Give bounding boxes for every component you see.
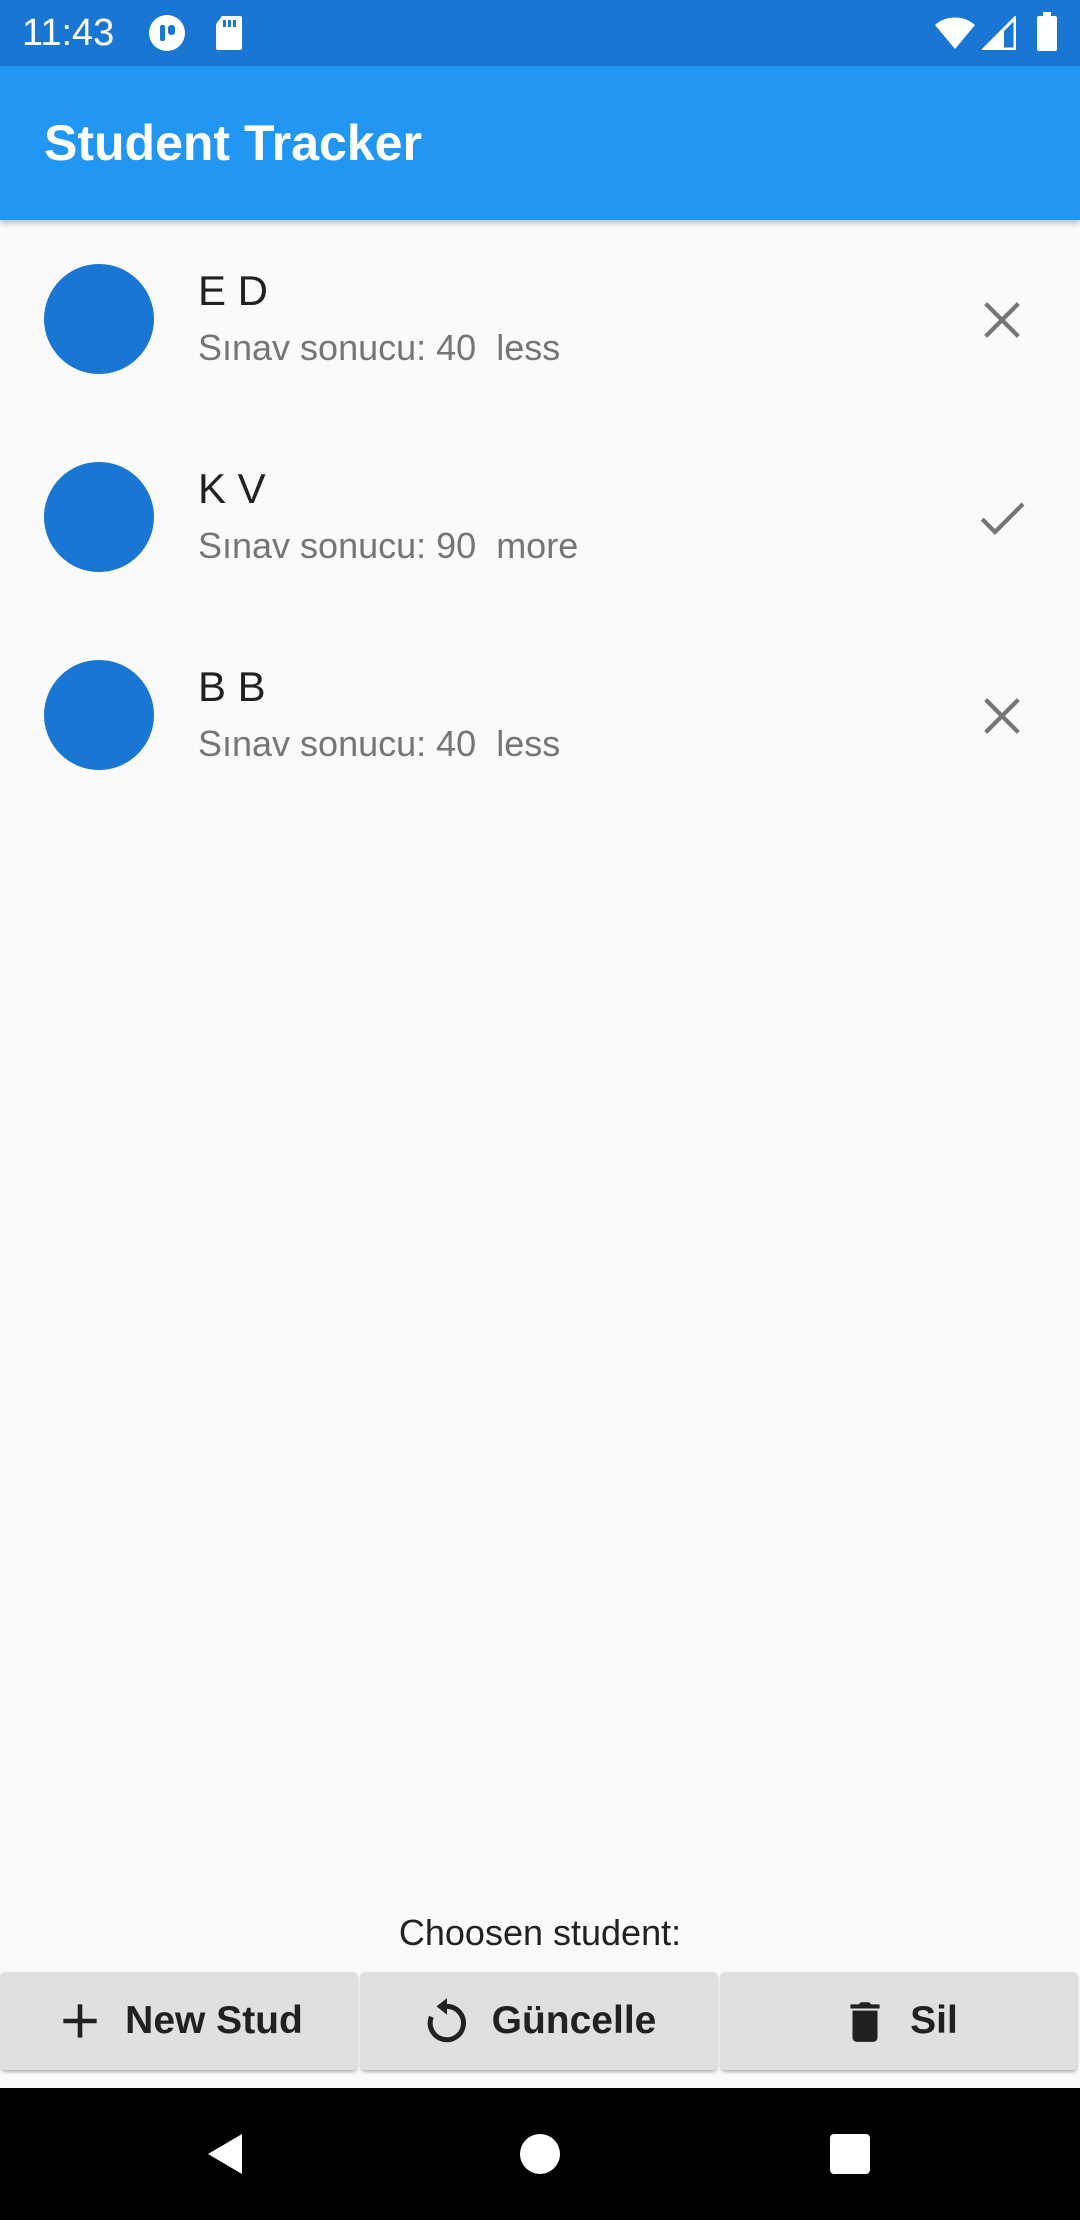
student-list-item[interactable]: B B Sınav sonucu: 40 less bbox=[0, 616, 1080, 814]
update-button-label: Güncelle bbox=[491, 1999, 657, 2042]
student-result: Sınav sonucu: 40 less bbox=[198, 723, 561, 764]
add-icon bbox=[63, 2004, 97, 2038]
notification-app-icon bbox=[148, 14, 186, 57]
avatar bbox=[44, 264, 154, 374]
student-list-item[interactable]: E D Sınav sonucu: 40 less bbox=[0, 220, 1080, 418]
app-bar: Student Tracker bbox=[0, 66, 1080, 220]
student-result: Sınav sonucu: 90 more bbox=[198, 525, 579, 566]
battery-icon bbox=[1036, 12, 1058, 57]
app-title: Student Tracker bbox=[44, 115, 422, 171]
student-result: Sınav sonucu: 40 less bbox=[198, 327, 561, 368]
avatar bbox=[44, 660, 154, 770]
refresh-icon bbox=[427, 1998, 466, 2043]
new-student-button[interactable]: New Stud bbox=[1, 1972, 357, 2070]
system-nav-bar bbox=[0, 2088, 1080, 2220]
delete-button[interactable]: Sil bbox=[721, 1972, 1077, 2070]
signal-icon bbox=[980, 14, 1017, 55]
recents-icon[interactable] bbox=[826, 2130, 874, 2178]
student-name: E D bbox=[198, 267, 269, 314]
student-list: E D Sınav sonucu: 40 less K V Sınav sonu… bbox=[0, 220, 1080, 814]
student-name: K V bbox=[198, 465, 266, 512]
check-icon bbox=[980, 502, 1025, 535]
wifi-icon bbox=[934, 16, 976, 55]
trash-icon bbox=[850, 2002, 880, 2042]
action-button-row: New Stud Güncelle Sil bbox=[0, 1972, 1080, 2072]
new-student-button-label: New Stud bbox=[125, 1999, 303, 2042]
status-time: 11:43 bbox=[22, 12, 115, 54]
student-list-item[interactable]: K V Sınav sonucu: 90 more bbox=[0, 418, 1080, 616]
back-icon[interactable] bbox=[202, 2130, 250, 2178]
close-icon bbox=[984, 302, 1020, 338]
screen: 11:43 Student Tracker E D Sınav sonucu: … bbox=[0, 0, 1080, 2220]
update-button[interactable]: Güncelle bbox=[361, 1972, 717, 2070]
chosen-student-label: Choosen student: bbox=[398, 1912, 682, 1953]
avatar bbox=[44, 462, 154, 572]
student-name: B B bbox=[198, 663, 266, 710]
close-icon bbox=[984, 698, 1020, 734]
status-bar: 11:43 bbox=[0, 0, 1080, 66]
sd-card-icon bbox=[214, 14, 244, 57]
home-icon[interactable] bbox=[516, 2130, 564, 2178]
delete-button-label: Sil bbox=[910, 1999, 958, 2042]
